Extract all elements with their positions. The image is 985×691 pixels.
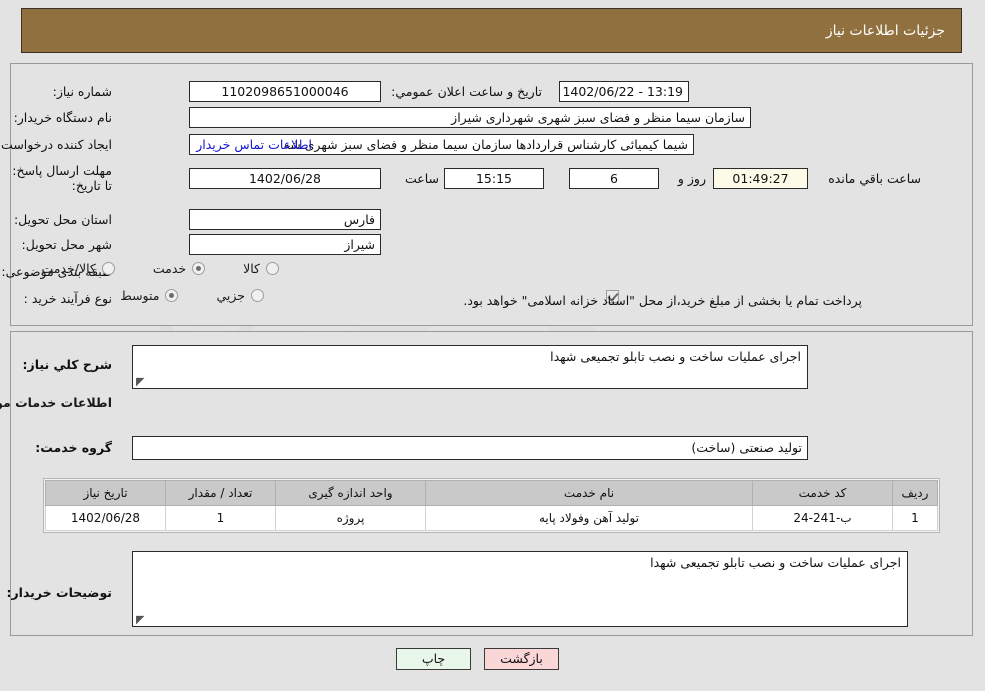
requester-label: ایجاد کننده درخواست: [0,137,113,152]
category-label-2: کالا/خدمت [42,261,97,276]
category-radio-2[interactable] [102,262,116,275]
table-cell: 1 [166,505,277,531]
table-cell: ب-241-24 [753,505,894,531]
process-label-1: متوسط [121,288,161,303]
table-cell: 1 [893,505,939,531]
category-radio-group[interactable]: کالا خدمت کالا/خدمت [42,261,280,276]
category-radio-1[interactable] [193,262,207,275]
buyer-contact-link[interactable]: اطلاعات تماس خریدار [197,137,313,152]
city-label: شهر محل تحویل: [22,237,113,252]
table-cell: 1402/06/28 [46,505,167,531]
deadline-date-value: 1402/06/28 [190,168,382,189]
need-number-value: 1102098651000046 [190,81,382,102]
process-radio-0[interactable] [252,289,265,302]
hours-remaining-label: ساعت باقي مانده [829,171,922,186]
buyer-notes-label: توضیحات خریدار: [7,585,113,600]
page-title: جزئیات اطلاعات نیاز [826,22,946,39]
process-radio-group[interactable]: جزيي متوسط [121,288,265,303]
buyer-org-label: نام دستگاه خریدار: [14,110,113,125]
deadline-time-value: 15:15 [445,168,545,189]
buyer-notes-value: اجرای عملیات ساخت و نصب تابلو تجمیعی شهد… [651,555,902,570]
announce-datetime-label: تاریخ و ساعت اعلان عمومي: [392,84,543,99]
service-group-value: تولید صنعتی (ساخت) [133,436,809,460]
city-value: شیراز [190,234,382,255]
days-remaining-value: 6 [570,168,660,189]
days-remaining-label: روز و [678,171,707,186]
treasury-text: پرداخت تمام یا بخشی از مبلغ خرید،از محل … [464,293,863,308]
need-number-label: شماره نیاز: [53,84,113,99]
general-desc-value: اجرای عملیات ساخت و نصب تابلو تجمیعی شهد… [551,349,802,364]
general-desc-textarea[interactable]: اجرای عملیات ساخت و نصب تابلو تجمیعی شهد… [133,345,809,389]
process-radio-1[interactable] [166,289,180,302]
province-label: استان محل تحویل: [14,212,113,227]
print-button[interactable]: چاپ [397,648,472,670]
table-header-cell: تعداد / مقدار [166,480,277,506]
buyer-notes-textarea[interactable]: اجرای عملیات ساخت و نصب تابلو تجمیعی شهد… [133,551,909,627]
table-header-cell: نام خدمت [426,480,754,506]
table-header-row: ردیف کد خدمت نام خدمت واحد اندازه گیری تعداد… [46,480,939,506]
table-cell: پروژه [276,505,427,531]
table-header-cell: کد خدمت [753,480,894,506]
deadline-label: مهلت ارسال پاسخ: تا تاریخ: [13,163,113,193]
resize-grip-icon[interactable]: ◥ [137,375,146,388]
table-header-cell: واحد اندازه گیری [276,480,427,506]
back-button[interactable]: بازگشت [485,648,560,670]
announce-datetime-value: 13:19 - 1402/06/22 [560,81,690,102]
province-value: فارس [190,209,382,230]
buyer-org-value: سازمان سیما منظر و فضای سبز شهری شهرداری… [190,107,752,128]
table-cell: تولید آهن وفولاد پایه [426,505,754,531]
category-radio-0[interactable] [267,262,280,275]
table-row: 1 ب-241-24 تولید آهن وفولاد پایه پروژه 1 1402… [46,505,939,531]
services-table: ردیف کد خدمت نام خدمت واحد اندازه گیری تعداد… [46,480,939,531]
category-label-0: کالا [244,261,261,276]
table-body: 1 ب-241-24 تولید آهن وفولاد پایه پروژه 1 1402… [46,505,939,531]
service-group-label: گروه خدمت: [36,440,113,455]
services-table-container: ردیف کد خدمت نام خدمت واحد اندازه گیری تعداد… [44,478,941,533]
table-header-cell: ردیف [893,480,939,506]
general-desc-label: شرح کلي نیاز: [23,357,113,372]
category-label-1: خدمت [153,261,188,276]
hours-remaining-value: 01:49:27 [714,168,809,189]
process-label-0: جزيي [217,288,246,303]
deadline-time-label: ساعت [405,171,440,186]
services-section-title: اطلاعات خدمات مورد نیاز [0,395,113,410]
table-header-cell: تاریخ نیاز [46,480,167,506]
need-info-panel [11,63,974,326]
process-label: نوع فرآیند خرید : [24,291,113,306]
resize-grip-icon-notes[interactable]: ◥ [137,613,146,626]
window-title-bar: جزئیات اطلاعات نیاز [22,8,963,53]
